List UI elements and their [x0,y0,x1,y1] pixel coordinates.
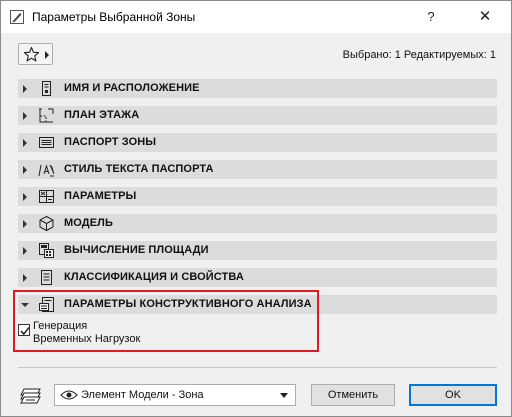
parameters-icon [39,190,54,203]
panel-label: ПАСПОРТ ЗОНЫ [64,136,157,148]
panel-name-location[interactable]: ИМЯ И РАСПОЛОЖЕНИЕ [18,79,497,98]
panel-text-style[interactable]: СТИЛЬ ТЕКСТА ПАСПОРТА [18,160,497,179]
title-bar: Параметры Выбранной Зоны ? ✕ [1,1,511,33]
close-button[interactable]: ✕ [471,5,499,29]
chevron-right-icon [23,274,27,282]
chevron-right-icon [23,112,27,120]
selection-count: Выбрано: 1 Редактируемых: 1 [342,49,496,61]
zone-stamp-icon [39,137,54,148]
model-icon [39,215,54,232]
footer-divider [18,367,497,368]
panel-label: ВЫЧИСЛЕНИЕ ПЛОЩАДИ [64,244,209,256]
layer-icon[interactable] [20,386,44,404]
view-select-value: Элемент Модели - Зона [81,389,204,401]
chevron-right-icon [45,51,49,59]
panel-parameters[interactable]: ПАРАМЕТРЫ [18,187,497,206]
panel-label: ИМЯ И РАСПОЛОЖЕНИЕ [64,82,200,94]
chevron-right-icon [23,193,27,201]
chevron-right-icon [23,166,27,174]
floor-plan-icon [39,108,54,123]
panel-label: МОДЕЛЬ [64,217,113,229]
chevron-right-icon [23,220,27,228]
chevron-right-icon [23,247,27,255]
help-button[interactable]: ? [419,5,443,29]
cancel-button[interactable]: Отменить [311,384,395,406]
panel-label: СТИЛЬ ТЕКСТА ПАСПОРТА [64,163,214,175]
panel-floor-plan[interactable]: ПЛАН ЭТАЖА [18,106,497,125]
view-select[interactable]: Элемент Модели - Зона [54,384,296,406]
chevron-right-icon [23,139,27,147]
window-title: Параметры Выбранной Зоны [32,10,196,24]
panel-classification[interactable]: КЛАССИФИКАЦИЯ И СВОЙСТВА [18,268,497,287]
panel-label: ПЛАН ЭТАЖА [64,109,140,121]
favorites-button[interactable] [18,43,53,65]
panel-label: КЛАССИФИКАЦИЯ И СВОЙСТВА [64,271,244,283]
dialog-window: Параметры Выбранной Зоны ? ✕ Выбрано: 1 … [0,0,512,417]
app-icon [10,10,24,24]
text-style-icon [38,164,55,177]
chevron-down-icon [280,393,288,398]
panel-label: ПАРАМЕТРЫ [64,190,137,202]
panel-zone-stamp[interactable]: ПАСПОРТ ЗОНЫ [18,133,497,152]
name-location-icon [42,81,51,96]
classification-icon [41,270,52,285]
eye-icon [60,390,78,400]
area-calculation-icon [39,243,54,258]
panel-area-calculation[interactable]: ВЫЧИСЛЕНИЕ ПЛОЩАДИ [18,241,497,260]
panel-model[interactable]: МОДЕЛЬ [18,214,497,233]
ok-button[interactable]: OK [409,384,497,406]
chevron-right-icon [23,85,27,93]
highlight-frame [13,290,319,352]
star-icon [23,46,40,62]
